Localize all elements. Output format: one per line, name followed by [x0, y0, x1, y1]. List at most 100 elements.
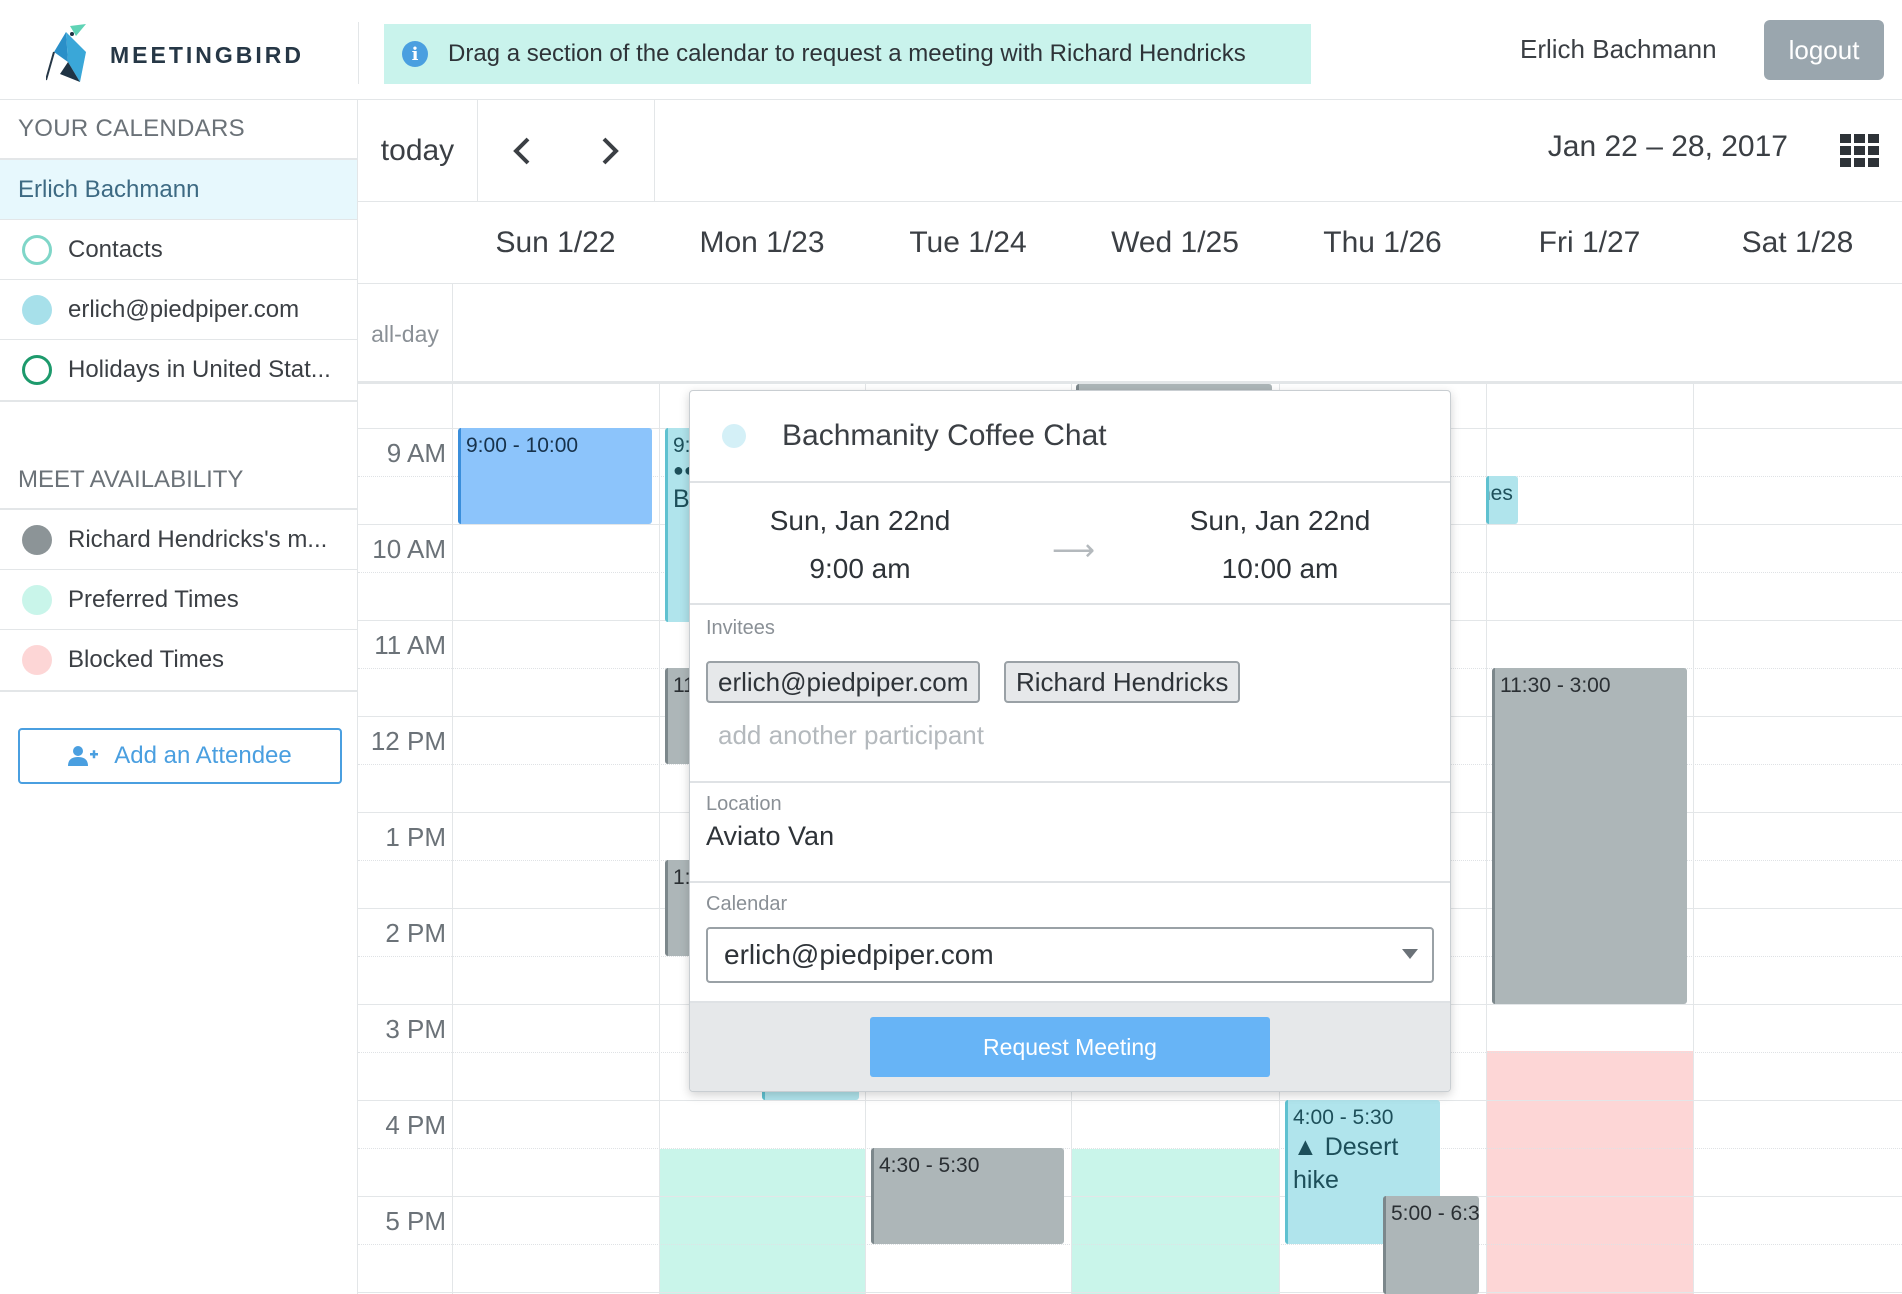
hummingbird-logo-icon [46, 24, 86, 82]
time-label-12pm: 12 PM [370, 726, 446, 756]
today-button[interactable]: today [358, 100, 478, 201]
blocked-times-toggle-icon[interactable] [22, 645, 52, 675]
day-headers: Sun 1/22 Mon 1/23 Tue 1/24 Wed 1/25 Thu … [358, 202, 1902, 284]
half-hour-line [358, 1148, 1902, 1149]
popup-footer: Request Meeting [690, 1001, 1450, 1091]
view-grid-icon[interactable] [1840, 134, 1880, 168]
sidebar-item-richard-meetings[interactable]: Richard Hendricks's m... [0, 510, 357, 570]
calendar-event-sun-900[interactable]: 9:00 - 10:00 [458, 428, 652, 524]
sidebar-item-holidays[interactable]: Holidays in United Stat... [0, 340, 357, 400]
calendars-heading: YOUR CALENDARS [0, 100, 357, 160]
logo[interactable]: MEETINGBIRD [46, 22, 346, 86]
user-name: Erlich Bachmann [1520, 34, 1717, 64]
time-label-5pm: 5 PM [385, 1206, 446, 1236]
sidebar-selected-user[interactable]: Erlich Bachmann [0, 160, 357, 220]
next-week-button[interactable] [566, 100, 654, 201]
blocked-time-zone [1486, 1051, 1693, 1294]
day-column-line [1693, 384, 1694, 1294]
preferred-time-zone [1071, 1149, 1279, 1294]
all-day-row[interactable] [358, 284, 1902, 384]
logout-button[interactable]: logout [1764, 20, 1884, 80]
meeting-request-popup: Bachmanity Coffee Chat Sun, Jan 22nd 9:0… [689, 390, 1451, 1092]
day-header-tue: Tue 1/24 [909, 226, 1027, 259]
time-label-9am: 9 AM [386, 438, 446, 468]
chevron-right-icon [602, 137, 619, 164]
sidebar-item-label: erlich@piedpiper.com [68, 295, 300, 323]
holidays-toggle-icon[interactable] [22, 355, 52, 385]
end-date: Sun, Jan 22nd [1189, 505, 1371, 536]
dropdown-caret-icon [1402, 949, 1418, 959]
time-label-1pm: 1 PM [385, 822, 446, 852]
event-time: 5:00 - 6:3 [1391, 1202, 1479, 1225]
event-title-row: ▲ Desert hike [1293, 1131, 1435, 1196]
event-time: 9:00 - 10:00 [466, 434, 579, 457]
location-field[interactable]: Aviato Van [706, 821, 834, 852]
toolbar-divider [654, 100, 655, 201]
date-range: Jan 22 – 28, 2017 [1547, 130, 1788, 163]
contacts-toggle-icon[interactable] [22, 234, 52, 265]
add-attendee-button[interactable]: Add an Attendee [18, 728, 342, 784]
arrow-right-icon: ⟶ [1052, 534, 1096, 567]
end-datetime[interactable]: Sun, Jan 22nd 10:00 am [1110, 497, 1450, 593]
calendar-select[interactable]: erlich@piedpiper.com [706, 927, 1434, 983]
half-hour-line [358, 1244, 1902, 1245]
sidebar-item-label: Preferred Times [68, 585, 239, 613]
event-title: nes [1489, 482, 1513, 505]
sidebar-item-erlich-calendar[interactable]: erlich@piedpiper.com [0, 280, 357, 340]
start-date: Sun, Jan 22nd [769, 505, 951, 536]
prev-week-button[interactable] [478, 100, 566, 201]
logo-text: MEETINGBIRD [110, 42, 304, 68]
calendar-event-thu-500[interactable]: 5:00 - 6:3 [1383, 1196, 1479, 1294]
preferred-times-toggle-icon[interactable] [22, 584, 52, 615]
sidebar-item-blocked-times[interactable]: Blocked Times [0, 630, 357, 690]
all-day-label: all-day [371, 320, 439, 347]
event-time: 4:30 - 5:30 [879, 1154, 980, 1177]
popup-times: Sun, Jan 22nd 9:00 am ⟶ Sun, Jan 22nd 10… [690, 483, 1450, 605]
invitee-chip[interactable]: Richard Hendricks [1004, 661, 1241, 703]
info-banner: i Drag a section of the calendar to requ… [384, 24, 1311, 84]
popup-invitees: Invitees erlich@piedpiper.com Richard He… [690, 605, 1450, 783]
day-header-sun: Sun 1/22 [495, 226, 616, 259]
add-user-icon [68, 746, 99, 766]
popup-calendar: Calendar erlich@piedpiper.com [690, 883, 1450, 1005]
hour-line [358, 1100, 1902, 1101]
time-label-2pm: 2 PM [385, 918, 446, 948]
invitee-chip[interactable]: erlich@piedpiper.com [706, 661, 981, 703]
top-divider [358, 22, 359, 84]
richard-meetings-toggle-icon[interactable] [22, 524, 52, 555]
time-label-4pm: 4 PM [385, 1110, 446, 1140]
event-time: 4:00 - 5:30 [1293, 1106, 1394, 1129]
sidebar-item-label: Contacts [68, 235, 163, 263]
popup-title-row: Bachmanity Coffee Chat [690, 391, 1450, 483]
erlich-calendar-toggle-icon[interactable] [22, 294, 52, 325]
end-time: 10:00 am [1221, 553, 1339, 584]
add-attendee-label: Add an Attendee [114, 742, 292, 769]
day-header-wed: Wed 1/25 [1111, 226, 1239, 259]
day-header-fri: Fri 1/27 [1538, 226, 1641, 259]
tree-icon: ▲ [1293, 1133, 1318, 1162]
request-meeting-button[interactable]: Request Meeting [870, 1017, 1270, 1077]
day-column-line [659, 384, 660, 1294]
calendar-label: Calendar [706, 893, 788, 915]
hour-line [358, 1292, 1902, 1293]
time-label-11am: 11 AM [374, 630, 446, 660]
popup-title[interactable]: Bachmanity Coffee Chat [782, 419, 1107, 453]
calendar-select-value: erlich@piedpiper.com [724, 939, 994, 970]
start-datetime[interactable]: Sun, Jan 22nd 9:00 am [690, 497, 1030, 593]
sidebar-item-label: Richard Hendricks's m... [68, 525, 328, 553]
calendar-event-fri-1130[interactable]: 11:30 - 3:00 [1492, 668, 1687, 1004]
sidebar-divider [0, 690, 357, 730]
sidebar-item-preferred-times[interactable]: Preferred Times [0, 570, 357, 630]
hour-line [358, 1196, 1902, 1197]
time-label-10am: 10 AM [372, 534, 446, 564]
time-label-3pm: 3 PM [385, 1014, 446, 1044]
event-time: 11:30 - 3:00 [1500, 674, 1611, 697]
calendar-event-thu-915[interactable]: nes [1486, 476, 1518, 524]
calendar-color-dot-icon [722, 424, 746, 448]
sidebar-item-label: Blocked Times [68, 646, 225, 673]
preferred-time-zone [659, 1149, 865, 1294]
start-time: 9:00 am [809, 553, 911, 584]
sidebar-item-contacts[interactable]: Contacts [0, 220, 357, 280]
calendar-event-tue-430[interactable]: 4:30 - 5:30 [871, 1148, 1064, 1244]
add-participant-input[interactable] [718, 715, 1218, 755]
